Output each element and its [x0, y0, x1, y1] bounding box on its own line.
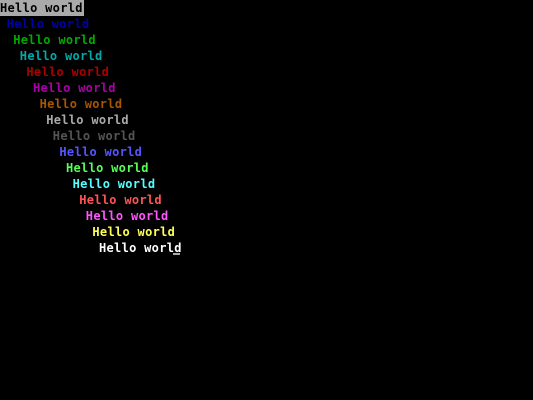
output-line: Hello world [92, 225, 176, 239]
output-line: Hello world [46, 113, 129, 127]
output-line: Hello world [39, 97, 123, 111]
output-line: Hello world [33, 81, 116, 95]
output-line: Hello world [52, 129, 136, 143]
output-line: Hello world [79, 193, 162, 207]
output-line: Hello world [85, 209, 169, 223]
output-line: Hello world [13, 33, 96, 47]
output-line: Hello world [99, 241, 182, 255]
output-line: Hello world [0, 0, 84, 16]
terminal-screen: Hello world Hello world Hello world Hello w… [0, 0, 533, 400]
output-line: Hello world [6, 17, 90, 31]
output-line: Hello world [72, 177, 156, 191]
output-line: Hello world [26, 65, 110, 79]
output-line: Hello world [66, 161, 149, 175]
output-line: Hello world [19, 49, 103, 63]
output-line: Hello world [59, 145, 143, 159]
text-cursor [173, 253, 180, 255]
